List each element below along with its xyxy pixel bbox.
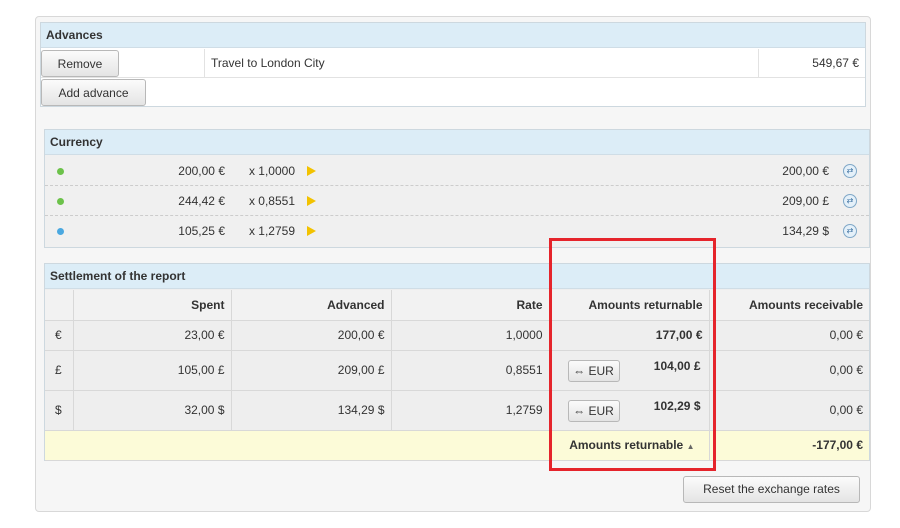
currency-result: 200,00 € [782, 164, 829, 178]
settlement-table: Spent Advanced Rate Amounts returnable A… [45, 290, 869, 461]
table-row: $ 32,00 $ 134,29 $ 1,2759 ⇔ EUR 102,29 $… [45, 390, 869, 431]
symbol-header [45, 290, 74, 321]
table-row: £ 105,00 £ 209,00 £ 0,8551 ⇔ EUR 104,00 … [45, 350, 869, 391]
currency-row: 105,25 € x 1,2759 134,29 $ ⇄ [45, 216, 869, 246]
spent-cell: 32,00 $ [73, 390, 232, 431]
currency-result: 209,00 £ [782, 194, 829, 208]
total-row: Amounts returnable ▲ -177,00 € [45, 430, 869, 461]
status-dot-icon [57, 228, 64, 235]
receivable-cell: 0,00 € [709, 390, 869, 431]
currency-symbol: $ [45, 390, 74, 431]
currency-row: 244,42 € x 0,8551 209,00 £ ⇄ [45, 186, 869, 216]
convert-eur-button[interactable]: ⇔ EUR [567, 359, 620, 382]
rate-header: Rate [391, 290, 550, 321]
advanced-cell: 209,00 £ [231, 350, 392, 391]
currency-list: 200,00 € x 1,0000 200,00 € ⇄ 244,42 € x … [45, 156, 869, 248]
returnable-cell: 177,00 € [549, 320, 710, 351]
advance-action-cell: Remove [41, 49, 205, 78]
convert-eur-button[interactable]: ⇔ EUR [567, 399, 620, 422]
returnable-value: 102,29 $ [653, 398, 701, 413]
settlement-section: Settlement of the report Spent Advanced … [44, 263, 870, 461]
advance-row: Remove Travel to London City 549,67 € [41, 49, 865, 78]
advance-amount: 549,67 € [812, 56, 859, 70]
currency-amount: 105,25 € [178, 224, 225, 238]
table-header-row: Spent Advanced Rate Amounts returnable A… [45, 290, 869, 321]
receivable-cell: 0,00 € [709, 320, 869, 351]
table-row: € 23,00 € 200,00 € 1,0000 177,00 € 0,00 … [45, 320, 869, 351]
rate-cell: 1,2759 [391, 390, 550, 431]
currency-row: 200,00 € x 1,0000 200,00 € ⇄ [45, 156, 869, 186]
settlement-title: Settlement of the report [45, 264, 869, 289]
currency-amount: 244,42 € [178, 194, 225, 208]
convert-icon[interactable]: ⇄ [843, 194, 857, 208]
returnable-cell: ⇔ EUR 102,29 $ [549, 390, 710, 431]
spent-header: Spent [73, 290, 232, 321]
advance-description: Travel to London City [205, 49, 759, 78]
convert-icon[interactable]: ⇄ [843, 224, 857, 238]
returnable-header: Amounts returnable [549, 290, 710, 321]
advances-title: Advances [41, 23, 865, 48]
total-label: Amounts returnable [569, 438, 684, 452]
currency-title: Currency [45, 130, 869, 155]
add-advance-button[interactable]: Add advance [41, 79, 146, 106]
reset-exchange-rates-button[interactable]: Reset the exchange rates [683, 476, 860, 503]
returnable-cell: ⇔ EUR 104,00 £ [549, 350, 710, 391]
arrow-right-icon [307, 166, 316, 176]
currency-rate: x 1,2759 [248, 224, 295, 238]
total-spacer [45, 430, 549, 461]
returnable-value: 104,00 £ [653, 358, 701, 373]
sort-toggle-icon[interactable]: ▲ [687, 442, 695, 451]
currency-section: Currency 200,00 € x 1,0000 200,00 € ⇄ 24… [44, 129, 870, 248]
currency-symbol: € [45, 320, 74, 351]
currency-rate: x 0,8551 [248, 194, 295, 208]
arrow-right-icon [307, 196, 316, 206]
advances-section: Advances Remove Travel to London City 54… [40, 22, 866, 107]
currency-amount: 200,00 € [178, 164, 225, 178]
receivable-header: Amounts receivable [709, 290, 869, 321]
receivable-cell: 0,00 € [709, 350, 869, 391]
advanced-header: Advanced [231, 290, 392, 321]
advanced-cell: 134,29 $ [231, 390, 392, 431]
advanced-cell: 200,00 € [231, 320, 392, 351]
status-dot-icon [57, 198, 64, 205]
total-value: -177,00 € [709, 430, 869, 461]
total-label-cell[interactable]: Amounts returnable ▲ [549, 430, 710, 461]
currency-symbol: £ [45, 350, 74, 391]
arrow-right-icon [307, 226, 316, 236]
rate-cell: 0,8551 [391, 350, 550, 391]
currency-result: 134,29 $ [782, 224, 829, 238]
status-dot-icon [57, 168, 64, 175]
spent-cell: 105,00 £ [73, 350, 232, 391]
convert-icon[interactable]: ⇄ [843, 164, 857, 178]
currency-rate: x 1,0000 [248, 164, 295, 178]
rate-cell: 1,0000 [391, 320, 550, 351]
spent-cell: 23,00 € [73, 320, 232, 351]
remove-button[interactable]: Remove [41, 50, 119, 77]
